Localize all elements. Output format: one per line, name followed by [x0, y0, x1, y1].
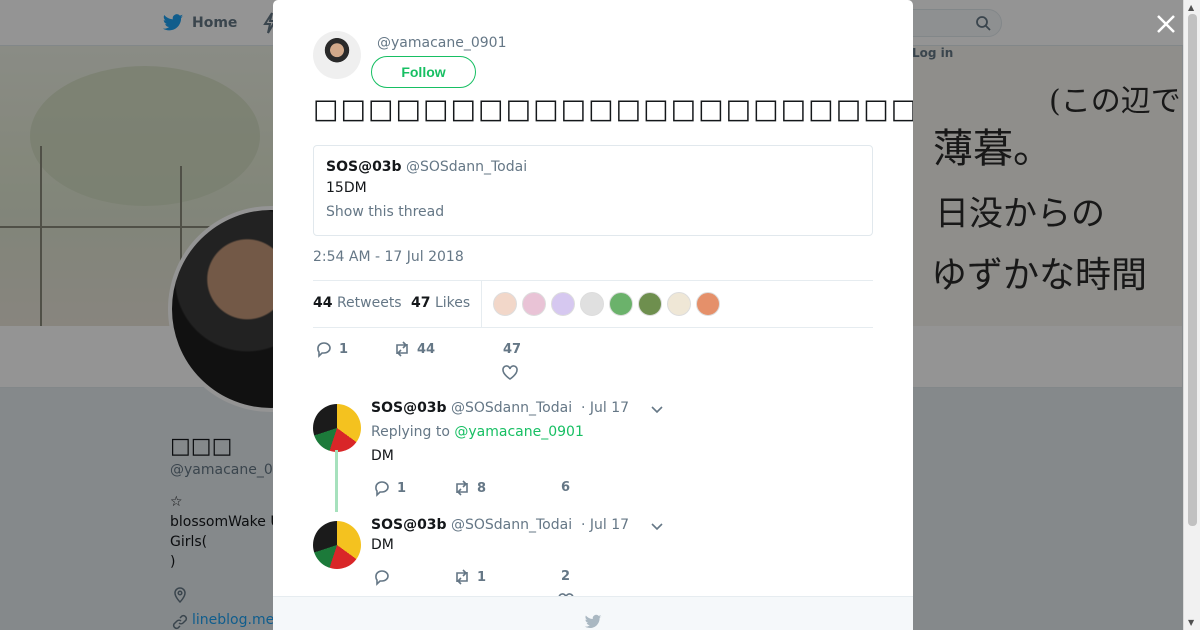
author-handle[interactable]: @yamacane_0901: [377, 35, 506, 51]
likes-count: 47: [411, 295, 431, 311]
liker-avatar[interactable]: [551, 292, 575, 316]
like-count: 6: [561, 480, 571, 495]
reply-author-avatar[interactable]: [313, 404, 361, 452]
like-count-label: 47: [503, 342, 521, 357]
like-count: 2: [561, 569, 571, 584]
reply-text: DM: [371, 448, 394, 464]
reply-action[interactable]: 1: [315, 340, 348, 358]
like-count: 47: [503, 342, 522, 357]
author-avatar[interactable]: [313, 31, 361, 79]
scrollbar-thumb[interactable]: [1188, 14, 1197, 526]
reply-author-name[interactable]: SOS@03b: [371, 400, 447, 416]
reply-time[interactable]: · Jul 17: [581, 400, 629, 416]
like-action[interactable]: 6: [561, 480, 570, 495]
retweet-count: 1: [477, 569, 487, 585]
close-icon[interactable]: [1154, 12, 1178, 36]
liker-avatar[interactable]: [696, 292, 720, 316]
reply-count: 1: [339, 341, 349, 357]
modal-footer: [273, 596, 913, 630]
retweet-icon: [396, 341, 408, 357]
reply-time[interactable]: · Jul 17: [581, 517, 629, 533]
scroll-down-arrow-icon[interactable]: ▼: [1188, 618, 1194, 627]
scroll-up-arrow-icon[interactable]: ▲: [1188, 3, 1194, 12]
thread-connector-line: [335, 450, 338, 512]
liker-avatar[interactable]: [522, 292, 546, 316]
retweet-icon: [456, 569, 468, 585]
retweet-action[interactable]: 1: [453, 568, 486, 586]
liker-avatar[interactable]: [493, 292, 517, 316]
page-scrollbar[interactable]: ▲ ▼: [1183, 0, 1200, 630]
tweet-text: □□□□□□□□□□□□□□□□□□□□□□□□□□□□: [313, 94, 913, 125]
liker-avatar[interactable]: [609, 292, 633, 316]
retweet-icon: [456, 480, 468, 496]
retweets-label: Retweets: [336, 295, 402, 311]
reply-icon: [375, 570, 389, 586]
retweets-count: 44: [313, 295, 333, 311]
quoted-author-name: SOS@03b: [326, 159, 402, 175]
likes-stat[interactable]: 47 Likes: [411, 295, 470, 311]
follow-button[interactable]: Follow: [371, 56, 476, 88]
retweet-count: 44: [417, 341, 436, 357]
tweet-stats: 44 Retweets 47 Likes: [313, 280, 873, 328]
liker-avatar[interactable]: [667, 292, 691, 316]
replying-to-mention[interactable]: @yamacane_0901: [454, 424, 583, 440]
quoted-author-handle: @SOSdann_Todai: [406, 159, 528, 175]
like-heart-icon[interactable]: [501, 364, 519, 382]
chevron-down-icon[interactable]: [650, 522, 664, 532]
tweet-actions: 1 44 47: [313, 340, 873, 380]
quoted-tweet[interactable]: SOS@03b @SOSdann_Todai 15DM Show this th…: [313, 145, 873, 236]
show-thread-link[interactable]: Show this thread: [326, 204, 444, 220]
reply-tweet[interactable]: SOS@03b @SOSdann_Todai · Jul 17 Replying…: [313, 398, 873, 512]
retweet-count: 8: [477, 480, 487, 496]
like-action[interactable]: 2: [561, 569, 570, 584]
chevron-down-icon[interactable]: [650, 405, 664, 415]
stats-divider: [481, 281, 482, 327]
quoted-text: 15DM: [326, 180, 367, 196]
twitter-bird-icon: [584, 614, 602, 629]
tweet-modal: @yamacane_0901 Follow □□□□□□□□□□□□□□□□□□…: [273, 0, 913, 630]
likes-label: Likes: [434, 295, 471, 311]
tweet-timestamp[interactable]: 2:54 AM - 17 Jul 2018: [313, 249, 464, 265]
reply-tweet[interactable]: SOS@03b @SOSdann_Todai · Jul 17 DM 1 2: [313, 515, 873, 608]
retweets-stat[interactable]: 44 Retweets: [313, 295, 402, 311]
reply-author-avatar[interactable]: [313, 521, 361, 569]
replying-to-prefix: Replying to: [371, 424, 450, 440]
reply-count: 1: [397, 480, 407, 496]
reply-author-handle[interactable]: @SOSdann_Todai: [451, 400, 572, 416]
reply-author-handle[interactable]: @SOSdann_Todai: [451, 517, 572, 533]
reply-action[interactable]: [373, 568, 397, 586]
liker-avatar[interactable]: [638, 292, 662, 316]
retweet-action[interactable]: 8: [453, 479, 486, 497]
reply-icon: [317, 342, 331, 358]
reply-actions: 1 8 6: [371, 479, 671, 503]
reply-icon: [375, 481, 389, 497]
retweet-action[interactable]: 44: [393, 340, 435, 358]
replying-to: Replying to @yamacane_0901: [371, 424, 584, 440]
liker-avatar[interactable]: [580, 292, 604, 316]
reply-text: DM: [371, 537, 394, 553]
reply-author-name[interactable]: SOS@03b: [371, 517, 447, 533]
reply-action[interactable]: 1: [373, 479, 406, 497]
